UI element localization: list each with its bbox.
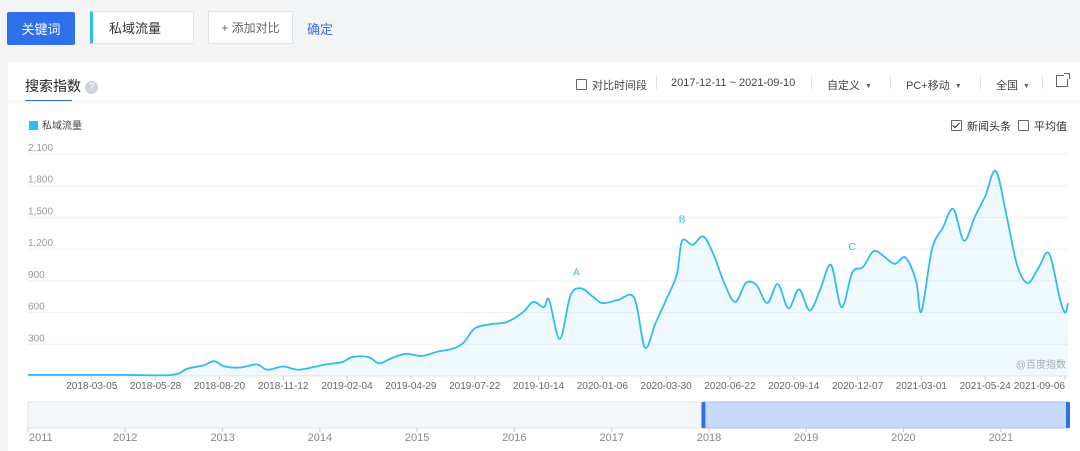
navigator-year-label: 2017 bbox=[600, 432, 624, 444]
navigator-handle-left bbox=[701, 402, 706, 428]
date-range-picker[interactable]: 2017-12-11 ~ 2021-09-10 bbox=[671, 77, 795, 89]
navigator-year-label: 2019 bbox=[794, 432, 818, 444]
navigator-year-label: 2018 bbox=[697, 432, 721, 444]
custom-label: 自定义 bbox=[827, 80, 860, 92]
separator bbox=[890, 76, 891, 89]
device-label: PC+移动 bbox=[906, 80, 950, 92]
x-tick-label: 2018-05-28 bbox=[130, 381, 182, 392]
x-tick-label: 2018-08-20 bbox=[194, 381, 246, 392]
y-tick-label: 1,800 bbox=[28, 175, 53, 186]
legend-label: 私域流量 bbox=[42, 121, 82, 132]
navigator-year-label: 2016 bbox=[502, 432, 526, 444]
device-dropdown[interactable]: PC+移动 ▼ bbox=[906, 77, 962, 93]
region-dropdown[interactable]: 全国 ▼ bbox=[996, 77, 1030, 93]
navigator-year-label: 2021 bbox=[989, 432, 1013, 444]
x-tick-label: 2020-09-14 bbox=[768, 381, 820, 392]
keyword-button[interactable]: 关键词 bbox=[7, 12, 75, 45]
navigator-year-label: 2012 bbox=[113, 432, 137, 444]
x-tick-label: 2019-07-22 bbox=[449, 381, 501, 392]
separator bbox=[980, 76, 981, 89]
external-link-icon[interactable] bbox=[1056, 73, 1070, 87]
news-headline-label: 新闻头条 bbox=[967, 121, 1011, 133]
average-toggle[interactable]: 平均值 bbox=[1018, 118, 1067, 134]
navigator-year-label: 2020 bbox=[891, 432, 915, 444]
keyword-value: 私域流量 bbox=[109, 21, 162, 36]
compare-period-toggle[interactable]: 对比时间段 bbox=[576, 77, 647, 93]
region-label: 全国 bbox=[996, 80, 1018, 92]
news-headline-toggle[interactable]: 新闻头条 bbox=[951, 118, 1011, 134]
x-tick-label: 2018-03-05 bbox=[66, 381, 118, 392]
x-tick-label: 2021-05-24 bbox=[960, 381, 1012, 392]
navigator-year-label: 2014 bbox=[308, 432, 332, 444]
x-tick-label: 2021-09-06 bbox=[1014, 381, 1066, 392]
caret-down-icon: ▼ bbox=[954, 83, 962, 90]
x-tick-label: 2019-02-04 bbox=[321, 381, 373, 392]
compare-period-label: 对比时间段 bbox=[592, 80, 647, 92]
separator bbox=[811, 76, 812, 89]
separator bbox=[656, 76, 657, 89]
question-circle-icon[interactable]: ? bbox=[85, 81, 98, 94]
news-headline-checkbox[interactable] bbox=[951, 120, 962, 131]
keyword-input[interactable]: 私域流量 bbox=[90, 11, 194, 44]
navigator-selection bbox=[702, 401, 1069, 429]
x-tick-label: 2018-11-12 bbox=[258, 381, 309, 392]
panel-title: 搜索指数? bbox=[25, 76, 98, 96]
confirm-link[interactable]: 确定 bbox=[307, 19, 333, 38]
legend-swatch bbox=[29, 121, 38, 130]
series-area bbox=[28, 170, 1068, 376]
top-toolbar: 关键词 私域流量 + 添加对比 确定 bbox=[0, 0, 1080, 62]
search-index-panel: 300 600 900 1,200 1,500 1,800 2,100 2018-03-05 2… bbox=[8, 62, 1080, 451]
average-label: 平均值 bbox=[1034, 121, 1067, 133]
panel-title-text: 搜索指数 bbox=[25, 78, 81, 94]
annotation-label: A bbox=[573, 267, 580, 278]
annotation-label: B bbox=[679, 214, 686, 225]
navigator-handle-right bbox=[1066, 402, 1070, 428]
caret-down-icon: ▼ bbox=[1023, 83, 1030, 90]
y-tick-label: 900 bbox=[28, 270, 45, 281]
navigator-year-label: 2013 bbox=[210, 432, 234, 444]
separator bbox=[1042, 76, 1043, 89]
watermark: @百度指数 bbox=[1016, 358, 1066, 371]
y-tick-label: 600 bbox=[28, 302, 45, 313]
y-tick-label: 1,200 bbox=[28, 238, 53, 249]
x-tick-label: 2021-03-01 bbox=[896, 381, 948, 392]
chart-legend: 私域流量 bbox=[29, 117, 82, 132]
trend-chart: 300 600 900 1,200 1,500 1,800 2,100 2018-03-05 2… bbox=[27, 143, 1070, 444]
y-tick-label: 300 bbox=[28, 333, 45, 344]
average-checkbox[interactable] bbox=[1018, 120, 1029, 131]
x-tick-label: 2020-01-06 bbox=[577, 381, 629, 392]
x-tick-label: 2019-04-29 bbox=[385, 381, 437, 392]
header-divider bbox=[8, 101, 1080, 102]
x-tick-label: 2020-06-22 bbox=[704, 381, 756, 392]
y-tick-label: 2,100 bbox=[28, 143, 53, 154]
navigator-year-label: 2011 bbox=[29, 432, 53, 444]
custom-dropdown[interactable]: 自定义 ▼ bbox=[827, 77, 872, 93]
caret-down-icon: ▼ bbox=[865, 83, 872, 90]
x-tick-label: 2020-03-30 bbox=[641, 381, 693, 392]
navigator-year-label: 2015 bbox=[405, 432, 429, 444]
add-compare-button[interactable]: + 添加对比 bbox=[208, 11, 293, 44]
annotation-label: C bbox=[849, 242, 856, 253]
x-tick-label: 2020-12-07 bbox=[832, 381, 884, 392]
y-tick-label: 1,500 bbox=[28, 206, 53, 217]
x-tick-label: 2019-10-14 bbox=[513, 381, 565, 392]
date-range-text: 2017-12-11 ~ 2021-09-10 bbox=[671, 77, 796, 89]
compare-period-checkbox[interactable] bbox=[576, 79, 587, 90]
